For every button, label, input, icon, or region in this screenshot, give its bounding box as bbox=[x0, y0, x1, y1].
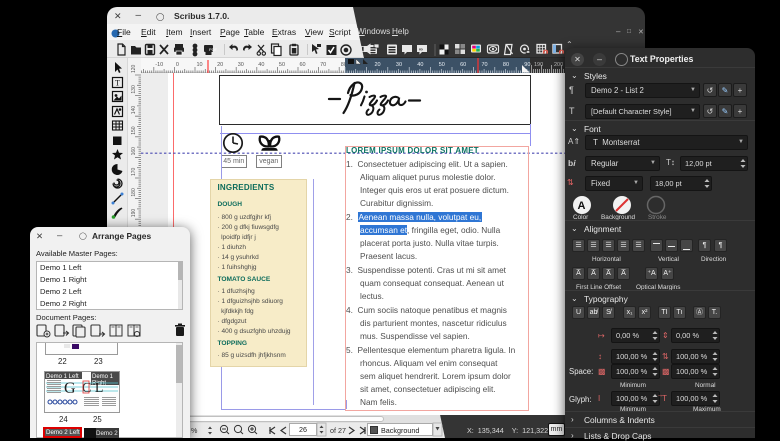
svg-text:∞: ∞ bbox=[419, 47, 423, 53]
svg-text:30: 30 bbox=[396, 62, 402, 68]
svg-text:130: 130 bbox=[131, 85, 137, 94]
svg-text:140: 140 bbox=[131, 106, 137, 115]
svg-text:190: 190 bbox=[131, 209, 137, 218]
svg-text:PDF: PDF bbox=[209, 47, 218, 52]
svg-text:T: T bbox=[115, 78, 120, 87]
svg-text:170: 170 bbox=[131, 167, 137, 176]
svg-text:20: 20 bbox=[375, 62, 381, 68]
svg-text:70: 70 bbox=[482, 62, 488, 68]
svg-text:C L: C L bbox=[82, 381, 103, 396]
svg-text:60: 60 bbox=[460, 62, 466, 68]
svg-text:G: G bbox=[64, 380, 76, 397]
svg-text:90: 90 bbox=[524, 62, 530, 68]
svg-text:50: 50 bbox=[439, 62, 445, 68]
svg-text:180: 180 bbox=[131, 188, 137, 197]
svg-text:40: 40 bbox=[417, 62, 423, 68]
svg-text:A: A bbox=[578, 200, 586, 212]
svg-text:160: 160 bbox=[131, 147, 137, 156]
svg-text:80: 80 bbox=[503, 62, 509, 68]
svg-text:120: 120 bbox=[131, 64, 137, 73]
svg-text:150: 150 bbox=[131, 126, 137, 135]
svg-text:Demo 1: Demo 1 bbox=[92, 374, 114, 380]
